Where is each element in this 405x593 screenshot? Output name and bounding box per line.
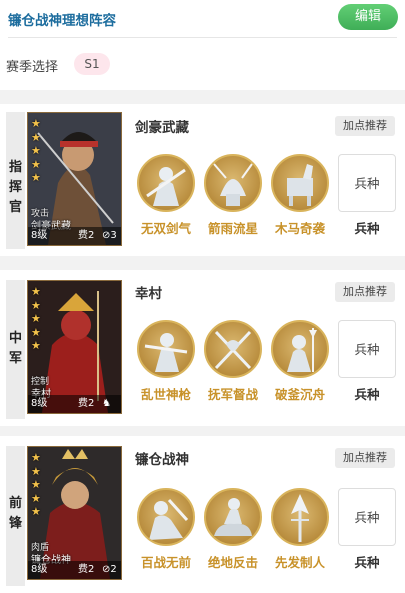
troop-label: 兵种: [354, 387, 380, 402]
star-rating: ★ ★ ★ ★ ★: [31, 285, 45, 353]
star-icon: ★: [31, 478, 41, 491]
section-gap: [0, 426, 405, 436]
role-label: 指 挥 官: [6, 112, 25, 249]
skill-name: 抚军督战: [207, 387, 258, 402]
role-label: 前 锋: [6, 446, 25, 586]
recommend-points-button[interactable]: 加点推荐: [335, 282, 395, 302]
halberd-soldier-icon: [271, 320, 329, 378]
skill-name: 绝地反击: [207, 555, 258, 570]
skill-name: 乱世神枪: [140, 387, 191, 402]
no-horse-icon: ⊘3: [102, 230, 117, 241]
star-icon: ★: [31, 171, 41, 184]
star-icon: ★: [31, 130, 41, 144]
section-gap: [0, 256, 405, 270]
charging-warrior-icon: [137, 488, 195, 546]
lineup-card-vanguard: 前 锋 ★ ★ ★ ★ ★ 肉盾 镰仓战神 8级 费2 ⊘2 镰仓战神 加点推荐: [0, 436, 405, 593]
general-portrait[interactable]: ★ ★ ★ ★ ★ 控制 幸村 8级 费2 ♞: [27, 280, 122, 414]
horse-icon: ♞: [102, 398, 111, 409]
role-char: 锋: [8, 516, 22, 531]
recommend-points-button[interactable]: 加点推荐: [335, 448, 395, 468]
season-selector: 赛季选择 S1: [0, 50, 405, 78]
no-horse-icon: ⊘2: [102, 564, 117, 575]
spearhead-icon: [271, 488, 329, 546]
star-icon: ★: [31, 157, 41, 171]
role-char: 中: [8, 331, 22, 346]
skill-name: 百战无前: [140, 555, 191, 570]
restriction-count: 2: [110, 564, 117, 575]
page-title: 镰仓战神理想阵容: [8, 13, 116, 29]
recommend-points-button[interactable]: 加点推荐: [335, 116, 395, 136]
swordsman-icon: [137, 154, 195, 212]
star-icon: ★: [31, 285, 41, 298]
general-cost: 费2: [78, 564, 95, 575]
troop-label: 兵种: [354, 221, 380, 236]
portrait-info-bar: 8级 费2 ♞: [28, 395, 121, 413]
star-icon: ★: [31, 144, 41, 157]
star-icon: ★: [31, 505, 41, 518]
edit-button[interactable]: 编辑: [338, 4, 398, 30]
portrait-info-bar: 8级 费2 ⊘3: [28, 227, 121, 245]
skill-name: 先发制人: [274, 555, 325, 570]
star-rating: ★ ★ ★ ★ ★: [31, 117, 45, 185]
general-name: 幸村: [135, 286, 162, 302]
general-level: 8级: [31, 398, 48, 409]
trojan-horse-icon: [271, 154, 329, 212]
restriction-count: 3: [110, 230, 117, 241]
star-icon: ★: [31, 325, 41, 339]
role-char: 挥: [8, 180, 22, 195]
spear-warrior-icon: [137, 320, 195, 378]
star-icon: ★: [31, 451, 41, 464]
skill-name: 无双剑气: [140, 221, 191, 236]
mounted-warrior-icon: [204, 488, 262, 546]
skill-name: 木马奇袭: [274, 221, 325, 236]
role-char: 前: [8, 496, 22, 511]
role-char: 军: [8, 351, 22, 366]
general-cost: 费2: [78, 230, 95, 241]
section-gap: [0, 90, 405, 104]
lineup-card-commander: 指 挥 官 ★ ★ ★ ★ ★ 攻击 剑豪武藏 8级 费2 ⊘3 剑豪武藏 加点…: [0, 104, 405, 256]
role-char: 指: [8, 160, 22, 175]
troop-box: 兵种: [338, 320, 396, 378]
portrait-info-bar: 8级 费2 ⊘2: [28, 561, 121, 579]
header: 镰仓战神理想阵容 编辑: [0, 0, 405, 36]
season-label: 赛季选择: [6, 60, 59, 75]
star-icon: ★: [31, 298, 41, 312]
general-level: 8级: [31, 230, 48, 241]
season-pill[interactable]: S1: [74, 53, 110, 75]
archer-helmet-icon: [204, 154, 262, 212]
divider: [8, 37, 397, 38]
star-icon: ★: [31, 491, 41, 505]
general-portrait[interactable]: ★ ★ ★ ★ ★ 肉盾 镰仓战神 8级 费2 ⊘2: [27, 446, 122, 580]
general-portrait[interactable]: ★ ★ ★ ★ ★ 攻击 剑豪武藏 8级 费2 ⊘3: [27, 112, 122, 246]
troop-box: 兵种: [338, 488, 396, 546]
role-label: 中 军: [6, 280, 25, 419]
role-char: 官: [8, 200, 22, 215]
general-name: 剑豪武藏: [135, 120, 189, 136]
star-icon: ★: [31, 312, 41, 325]
general-name: 镰仓战神: [135, 452, 189, 468]
general-cost: 费2: [78, 398, 95, 409]
skill-name: 破釜沉舟: [274, 387, 325, 402]
skill-name: 箭雨流星: [207, 221, 258, 236]
star-rating: ★ ★ ★ ★ ★: [31, 451, 45, 519]
crossed-spears-icon: [204, 320, 262, 378]
star-icon: ★: [31, 117, 41, 130]
troop-label: 兵种: [354, 555, 380, 570]
general-level: 8级: [31, 564, 48, 575]
star-icon: ★: [31, 464, 41, 478]
lineup-card-center: 中 军 ★ ★ ★ ★ ★ 控制 幸村 8级 费2 ♞ 幸村 加点推荐 乱: [0, 270, 405, 426]
troop-box: 兵种: [338, 154, 396, 212]
star-icon: ★: [31, 339, 41, 352]
